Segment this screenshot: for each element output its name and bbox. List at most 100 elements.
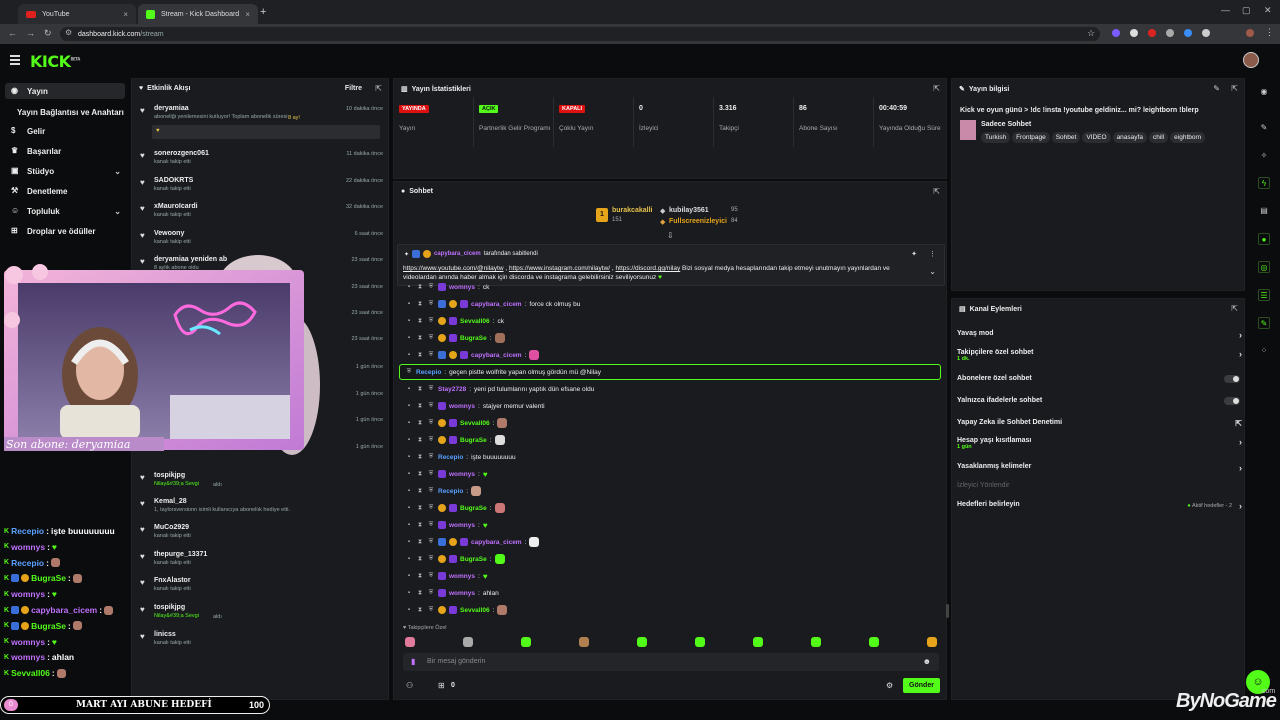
back-icon[interactable]: ← <box>8 28 17 38</box>
timeout-icon[interactable]: ⧗ <box>416 420 424 427</box>
emote-icon[interactable] <box>927 637 937 647</box>
chat-message[interactable]: ⛨ Recepio: geçen pistte wolfrite yapan olm… <box>405 366 601 378</box>
extension-icon[interactable] <box>1202 29 1210 37</box>
chat-message[interactable]: ▪ ⧗ ⛨ womnys: ck <box>405 281 489 293</box>
chat-message[interactable]: ▪ ⧗ ⛨ BugraSe: <box>405 553 505 565</box>
popout-icon[interactable]: ⇱ <box>933 84 940 93</box>
sidebar-item-yayin[interactable]: ◉ Yayın <box>5 83 125 99</box>
chat-username[interactable]: capybara_cicem <box>471 539 522 546</box>
chat-message[interactable]: ▪ ⧗ ⛨ BugraSe: <box>405 332 505 344</box>
emote-icon[interactable] <box>521 637 531 647</box>
expand-icon[interactable]: ⇩ <box>667 231 674 240</box>
chat-scrollbar[interactable] <box>946 604 949 618</box>
chat-username[interactable]: BugraSe <box>460 335 487 342</box>
mic-icon[interactable]: ▮ <box>411 657 415 666</box>
chat-message[interactable]: ▪ ⧗ ⛨ Sevvall06: ck <box>405 315 504 327</box>
sidebar-item-studyo[interactable]: ▣ Stüdyo ⌄ <box>5 163 125 179</box>
popout-icon[interactable]: ⇱ <box>1231 304 1238 313</box>
delete-icon[interactable]: ▪ <box>405 335 413 341</box>
toggle-switch[interactable] <box>1224 375 1240 383</box>
delete-icon[interactable]: ▪ <box>405 352 413 358</box>
close-tab-icon[interactable]: × <box>123 10 128 19</box>
forward-icon[interactable]: → <box>26 28 35 38</box>
leader-name[interactable]: Fullscreenizleyici <box>669 218 727 225</box>
delete-icon[interactable]: ▪ <box>405 590 413 596</box>
timeout-icon[interactable]: ⧗ <box>416 539 424 546</box>
timeout-icon[interactable]: ⧗ <box>416 505 424 512</box>
chat-username[interactable]: Sevvall06 <box>460 318 490 325</box>
timeout-icon[interactable]: ⧗ <box>416 488 424 495</box>
sidebar-item-basarilar[interactable]: ♛ Başarılar <box>5 143 125 159</box>
timeout-icon[interactable]: ⧗ <box>416 454 424 461</box>
delete-icon[interactable]: ▪ <box>405 437 413 443</box>
timeout-icon[interactable]: ⧗ <box>416 352 424 359</box>
extension-icon[interactable] <box>1112 29 1120 37</box>
action-item[interactable]: Yalnızca ifadelerle sohbet <box>957 397 1242 411</box>
action-item[interactable]: Abonelere özel sohbet <box>957 375 1242 389</box>
avatar[interactable] <box>1243 52 1259 68</box>
popout-icon[interactable]: ⇱ <box>933 187 940 196</box>
emote-icon[interactable] <box>637 637 647 647</box>
close-tab-icon[interactable]: × <box>245 10 250 19</box>
sidebar-item-topluluk[interactable]: ☺ Topluluk ⌄ <box>5 203 125 219</box>
close-window-icon[interactable]: ✕ <box>1264 5 1272 16</box>
extension-icon[interactable] <box>1184 29 1192 37</box>
activity-item[interactable]: ♥ sonerozgenc061 kanalı takip etti 11 dakik… <box>138 150 383 174</box>
more-icon[interactable]: ⋮ <box>929 250 936 258</box>
unpin-icon[interactable]: ✦ <box>911 250 917 258</box>
delete-icon[interactable]: ▪ <box>405 556 413 562</box>
leader-name[interactable]: burakcakalli <box>612 207 652 214</box>
delete-icon[interactable]: ▪ <box>405 539 413 545</box>
timeout-icon[interactable]: ⧗ <box>416 573 424 580</box>
browser-tab-kick[interactable]: Stream - Kick Dashboard × <box>138 4 258 24</box>
chat-message[interactable]: ▪ ⧗ ⛨ BugraSe: <box>405 434 505 446</box>
filter-button[interactable]: Filtre <box>345 85 362 92</box>
emote-icon[interactable] <box>811 637 821 647</box>
sidebar-item-denetleme[interactable]: ⚒ Denetleme <box>5 183 125 199</box>
delete-icon[interactable]: ▪ <box>405 284 413 290</box>
maximize-icon[interactable]: ▢ <box>1242 5 1251 16</box>
info-rail-icon[interactable]: ◉ <box>1258 86 1270 98</box>
delete-icon[interactable]: ▪ <box>405 386 413 392</box>
browser-menu-icon[interactable]: ⋮ <box>1265 27 1274 38</box>
address-input[interactable]: dashboard.kick.com/stream <box>60 27 1100 41</box>
chat-username[interactable]: womnys <box>449 471 475 478</box>
activity-item[interactable]: ♥ xMauroIcardi kanalı takip etti 32 dakika … <box>138 203 383 227</box>
chat-message[interactable]: ▪ ⧗ ⛨ womnys: ahlan <box>405 587 499 599</box>
document-icon[interactable]: ▤ <box>1258 205 1270 217</box>
send-button[interactable]: Gönder <box>903 678 940 693</box>
points-icon[interactable]: ⚇ <box>406 681 413 690</box>
activity-item[interactable]: ♥ MuCo2929 kanalı takip etti <box>138 524 383 548</box>
list-rail-icon[interactable]: ☰ <box>1258 289 1270 301</box>
delete-icon[interactable]: ▪ <box>405 488 413 494</box>
chat-username[interactable]: Recepio <box>416 369 441 376</box>
category-name[interactable]: Sadece Sohbet <box>981 121 1031 128</box>
tag[interactable]: Turkish <box>981 132 1011 143</box>
chevron-down-icon[interactable]: ⌄ <box>929 267 936 276</box>
emote-icon[interactable] <box>869 637 879 647</box>
target-icon[interactable]: ✧ <box>1258 150 1270 162</box>
chat-message[interactable]: ▪ ⧗ ⛨ Stay2728: yeni pd tulumlarını yaptık d… <box>405 383 594 395</box>
chat-username[interactable]: capybara_cicem <box>471 301 522 308</box>
chat-message[interactable]: ▪ ⧗ ⛨ womnys: ♥ <box>405 519 488 531</box>
emote-icon[interactable] <box>579 637 589 647</box>
extension-icon[interactable] <box>1148 29 1156 37</box>
chat-username[interactable]: womnys <box>449 284 475 291</box>
chat-message[interactable]: ▪ ⧗ ⛨ womnys: ♥ <box>405 468 488 480</box>
chat-message[interactable]: ▪ ⧗ ⛨ Sevvall06: <box>405 417 508 429</box>
delete-icon[interactable]: ▪ <box>405 573 413 579</box>
broadcast-rail-icon[interactable]: ◎ <box>1258 261 1270 273</box>
popout-icon[interactable]: ⇱ <box>375 84 382 93</box>
tag[interactable]: eightborn <box>1170 132 1206 143</box>
emoji-icon[interactable]: ☻ <box>923 657 931 666</box>
extension-icon[interactable] <box>1166 29 1174 37</box>
activity-item[interactable]: ♥ Kemal_28 1, taylorsversionn isimli kulla… <box>138 498 383 522</box>
timeout-icon[interactable]: ⧗ <box>416 335 424 342</box>
delete-icon[interactable]: ▪ <box>405 471 413 477</box>
chat-username[interactable]: womnys <box>449 522 475 529</box>
wrench-icon[interactable]: ✎ <box>1258 317 1270 329</box>
chat-username[interactable]: BugraSe <box>460 556 487 563</box>
action-item[interactable]: Yavaş mod › <box>957 330 1242 344</box>
activity-item[interactable]: ♥ deryamiaa aboneliği yenilemesini kutluyo… <box>138 105 383 143</box>
reload-icon[interactable]: ↻ <box>44 28 52 39</box>
